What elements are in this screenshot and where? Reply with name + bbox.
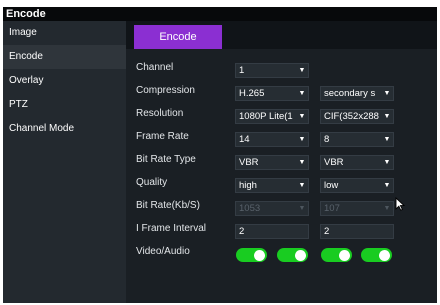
frame-rate-row: Frame Rate 14 ▼ 8 ▼: [136, 130, 436, 147]
bit-rate-sub-value: 107: [324, 203, 340, 214]
bit-rate-type-main-value: VBR: [239, 157, 259, 168]
toggle-knob: [339, 250, 350, 261]
video-audio-row: Video/Audio: [136, 245, 436, 265]
chevron-down-icon: ▼: [297, 134, 307, 145]
video-audio-label: Video/Audio: [136, 246, 190, 257]
resolution-row: Resolution 1080P Lite(1 ▼ CIF(352x288 ▼: [136, 107, 436, 124]
bit-rate-type-label: Bit Rate Type: [136, 154, 196, 165]
chevron-down-icon: ▼: [382, 134, 392, 145]
sub-audio-toggle[interactable]: [361, 248, 392, 262]
quality-sub-select[interactable]: low ▼: [320, 178, 394, 193]
compression-main-value: H.265: [239, 88, 265, 99]
bit-rate-main-select: 1053 ▼: [235, 201, 309, 216]
bit-rate-type-row: Bit Rate Type VBR ▼ VBR ▼: [136, 153, 436, 170]
resolution-sub-value: CIF(352x288: [324, 111, 379, 122]
sidebar: Image Encode Overlay PTZ Channel Mode: [3, 21, 126, 303]
i-frame-interval-label: I Frame Interval: [136, 223, 207, 234]
frame-rate-label: Frame Rate: [136, 131, 189, 142]
frame-rate-main-value: 14: [239, 134, 250, 145]
i-frame-interval-row: I Frame Interval 2 2: [136, 222, 436, 239]
sidebar-item-ptz[interactable]: PTZ: [3, 93, 126, 117]
sidebar-item-overlay[interactable]: Overlay: [3, 69, 126, 93]
resolution-main-select[interactable]: 1080P Lite(1 ▼: [235, 109, 309, 124]
compression-row: Compression H.265 ▼ secondary s ▼: [136, 84, 436, 101]
main-video-toggle[interactable]: [236, 248, 267, 262]
quality-sub-value: low: [324, 180, 339, 191]
toggle-knob: [295, 250, 306, 261]
bit-rate-sub-select: 107 ▼: [320, 201, 394, 216]
channel-select[interactable]: 1 ▼: [235, 63, 309, 78]
quality-main-value: high: [239, 180, 257, 191]
chevron-down-icon: ▼: [382, 111, 392, 122]
main-audio-toggle[interactable]: [277, 248, 308, 262]
chevron-down-icon: ▼: [297, 157, 307, 168]
chevron-down-icon: ▼: [297, 65, 307, 76]
chevron-down-icon: ▼: [297, 203, 307, 214]
i-frame-interval-sub-value: 2: [324, 226, 330, 237]
frame-rate-sub-select[interactable]: 8 ▼: [320, 132, 394, 147]
chevron-down-icon: ▼: [297, 88, 307, 99]
quality-main-select[interactable]: high ▼: [235, 178, 309, 193]
resolution-main-value: 1080P Lite(1: [239, 111, 293, 122]
sidebar-item-encode[interactable]: Encode: [3, 45, 126, 69]
resolution-sub-select[interactable]: CIF(352x288 ▼: [320, 109, 394, 124]
sidebar-item-channel-mode[interactable]: Channel Mode: [3, 117, 126, 141]
window-title: Encode: [3, 7, 437, 21]
channel-label: Channel: [136, 62, 174, 73]
bit-rate-type-sub-select[interactable]: VBR ▼: [320, 155, 394, 170]
toggle-knob: [254, 250, 265, 261]
sub-video-toggle[interactable]: [321, 248, 352, 262]
compression-label: Compression: [136, 85, 195, 96]
frame-rate-main-select[interactable]: 14 ▼: [235, 132, 309, 147]
quality-label: Quality: [136, 177, 168, 188]
compression-main-select[interactable]: H.265 ▼: [235, 86, 309, 101]
chevron-down-icon: ▼: [382, 157, 392, 168]
sidebar-item-image[interactable]: Image: [3, 21, 126, 45]
chevron-down-icon: ▼: [297, 180, 307, 191]
tab-bar: Encode: [126, 21, 437, 49]
channel-row: Channel 1 ▼: [136, 61, 436, 78]
bit-rate-type-sub-value: VBR: [324, 157, 344, 168]
chevron-down-icon: ▼: [297, 111, 307, 122]
i-frame-interval-main-input[interactable]: 2: [235, 224, 309, 239]
frame-rate-sub-value: 8: [324, 134, 330, 145]
chevron-down-icon: ▼: [382, 88, 392, 99]
bit-rate-main-value: 1053: [239, 203, 261, 214]
main-panel: Encode Channel 1 ▼ Compression H.265 ▼ s…: [126, 21, 437, 303]
tab-encode[interactable]: Encode: [134, 25, 222, 49]
resolution-label: Resolution: [136, 108, 184, 119]
i-frame-interval-main-value: 2: [239, 226, 245, 237]
mouse-cursor-icon: [395, 197, 405, 211]
toggle-knob: [379, 250, 390, 261]
encode-window: Encode Image Encode Overlay PTZ Channel …: [3, 7, 437, 303]
quality-row: Quality high ▼ low ▼: [136, 176, 436, 193]
bit-rate-label: Bit Rate(Kb/S): [136, 200, 200, 211]
channel-value: 1: [239, 65, 245, 76]
bit-rate-type-main-select[interactable]: VBR ▼: [235, 155, 309, 170]
chevron-down-icon: ▼: [382, 180, 392, 191]
compression-sub-value: secondary s: [324, 88, 376, 99]
i-frame-interval-sub-input[interactable]: 2: [320, 224, 394, 239]
compression-sub-select[interactable]: secondary s ▼: [320, 86, 394, 101]
chevron-down-icon: ▼: [382, 203, 392, 214]
bit-rate-row: Bit Rate(Kb/S) 1053 ▼ 107 ▼: [136, 197, 436, 216]
